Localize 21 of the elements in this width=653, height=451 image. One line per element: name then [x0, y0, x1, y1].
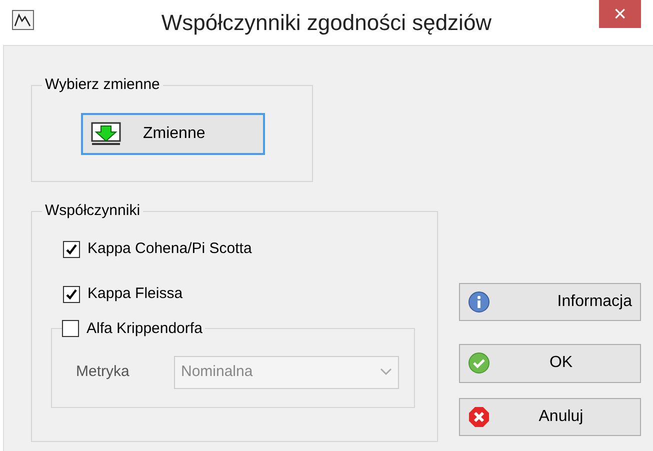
checkbox[interactable]	[62, 320, 79, 338]
group-legend: Współczynniki	[42, 202, 144, 220]
checkbox-label: Kappa Fleissa	[88, 284, 183, 304]
check-icon	[468, 352, 490, 374]
checkbox-label: Kappa Cohena/Pi Scotta	[88, 239, 252, 259]
group-legend: Wybierz zmienne	[42, 76, 163, 94]
close-button[interactable]: ×	[599, 0, 641, 28]
download-icon	[91, 122, 121, 146]
checkbox-label: Alfa Krippendorfa	[86, 318, 202, 338]
metric-label: Metryka	[76, 362, 130, 382]
ok-button[interactable]: OK	[459, 344, 641, 383]
chart-icon	[12, 10, 34, 30]
chevron-down-icon	[380, 368, 392, 376]
variables-button[interactable]: Zmienne	[81, 113, 265, 155]
cancel-icon	[468, 406, 490, 428]
checkbox[interactable]	[63, 240, 80, 258]
cancel-button[interactable]: Anuluj	[459, 398, 641, 436]
checkbox[interactable]	[63, 286, 80, 303]
window-title: Współczynniki zgodności sędziów	[161, 10, 492, 35]
information-button[interactable]: Informacja	[459, 283, 641, 322]
info-icon	[468, 291, 490, 314]
